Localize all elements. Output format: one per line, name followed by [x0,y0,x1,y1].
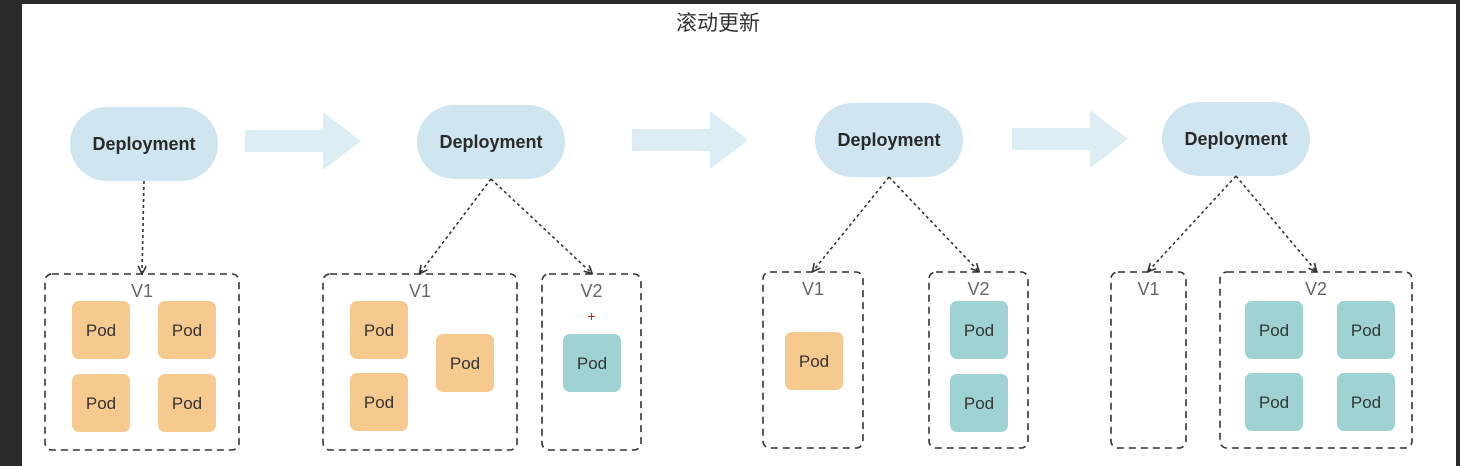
deployment-label: Deployment [1184,129,1287,149]
dashed-connector [142,180,144,273]
pod-label: Pod [86,394,116,413]
dashed-connector [1149,175,1237,271]
deployment-label: Deployment [92,134,195,154]
pod-label: Pod [1351,393,1381,412]
pod-label: Pod [364,393,394,412]
deployment-label: Deployment [439,132,542,152]
transition-arrow [632,111,748,169]
diagram-title: 滚动更新 [676,11,760,35]
pod-label: Pod [172,394,202,413]
transition-arrow [245,112,361,170]
pod-label: Pod [1259,321,1289,340]
pod-label: Pod [172,321,202,340]
dashed-connector [813,176,890,271]
version-group-label: V1 [409,281,431,301]
deployment-label: Deployment [837,130,940,150]
pod-label: Pod [1259,393,1289,412]
version-group-label: V1 [1137,279,1159,299]
version-group-label: V2 [1305,279,1327,299]
pod-label: Pod [964,321,994,340]
pod-label: Pod [450,354,480,373]
rolling-update-diagram: 滚动更新 Deployment V1 Pod Pod Pod Pod Deployment V… [44,11,1413,451]
dashed-connector [888,176,979,271]
dashed-connector [1235,175,1316,271]
version-group-label: V2 [967,279,989,299]
pod-label: Pod [577,354,607,373]
pod-label: Pod [964,394,994,413]
pod-label: Pod [1351,321,1381,340]
version-group-label: V1 [802,279,824,299]
pod-label: Pod [364,321,394,340]
version-group-label: V1 [131,281,153,301]
new-pod-marker: + [587,308,595,324]
transition-arrow [1012,110,1128,168]
dashed-connector [420,178,492,273]
pod-label: Pod [799,352,829,371]
dashed-connector [490,178,592,273]
pod-label: Pod [86,321,116,340]
version-group-label: V2 [580,281,602,301]
